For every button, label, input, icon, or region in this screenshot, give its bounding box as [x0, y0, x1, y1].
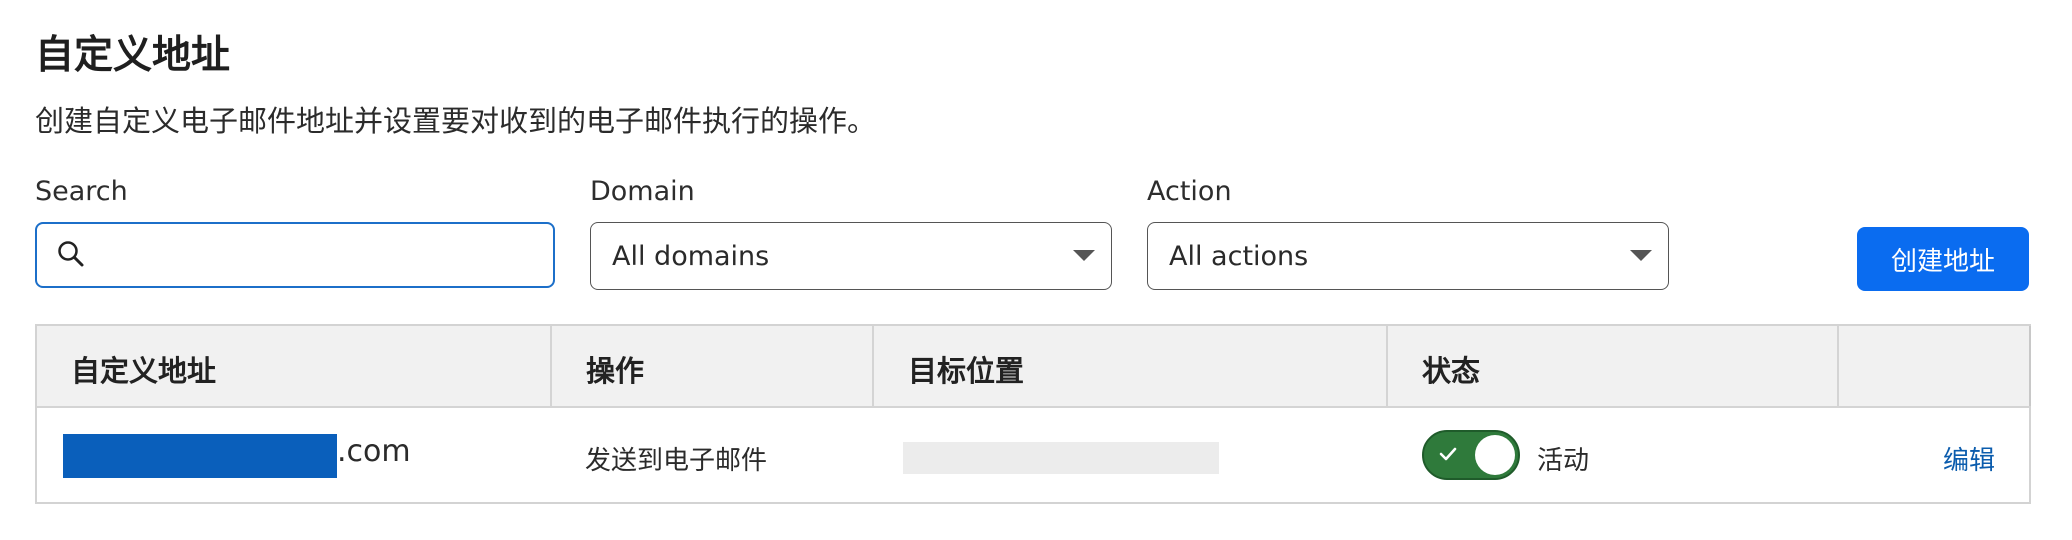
action-select-value: All actions [1169, 241, 1309, 272]
redacted-address [63, 434, 337, 478]
create-address-button[interactable]: 创建地址 [1857, 227, 2029, 291]
table-row: .com 发送到电子邮件 活动 编辑 [37, 408, 2029, 502]
page-description: 创建自定义电子邮件地址并设置要对收到的电子邮件执行的操作。 [35, 104, 877, 138]
domain-label: Domain [590, 176, 695, 207]
column-header-label: 自定义地址 [71, 354, 217, 388]
row-action: 发送到电子邮件 [585, 446, 768, 476]
column-header-actions [1839, 326, 2031, 406]
page-title: 自定义地址 [35, 33, 231, 78]
search-icon [58, 241, 84, 267]
status-toggle[interactable] [1422, 430, 1520, 480]
check-icon [1439, 447, 1457, 461]
addresses-table: 自定义地址 操作 目标位置 状态 .com 发送到电子邮件 活动 编辑 [35, 324, 2031, 504]
column-header-status: 状态 [1388, 326, 1839, 406]
table-header: 自定义地址 操作 目标位置 状态 [37, 326, 2031, 408]
column-header-destination: 目标位置 [874, 326, 1388, 406]
column-header-action: 操作 [552, 326, 874, 406]
domain-select-value: All domains [612, 241, 770, 272]
action-label: Action [1147, 176, 1232, 207]
column-header-label: 目标位置 [908, 354, 1025, 388]
search-label: Search [35, 176, 128, 207]
chevron-down-icon [1073, 250, 1095, 261]
column-header-label: 状态 [1422, 354, 1481, 388]
status-label: 活动 [1537, 446, 1590, 476]
column-header-address: 自定义地址 [37, 326, 552, 406]
toggle-knob [1475, 435, 1515, 475]
search-field[interactable] [35, 222, 555, 288]
search-input[interactable] [107, 232, 541, 280]
column-header-label: 操作 [586, 354, 645, 388]
domain-select[interactable]: All domains [590, 222, 1112, 290]
action-select[interactable]: All actions [1147, 222, 1669, 290]
edit-link[interactable]: 编辑 [1943, 440, 1995, 477]
address-suffix: .com [337, 434, 411, 469]
redacted-destination [903, 442, 1219, 474]
chevron-down-icon [1630, 250, 1652, 261]
